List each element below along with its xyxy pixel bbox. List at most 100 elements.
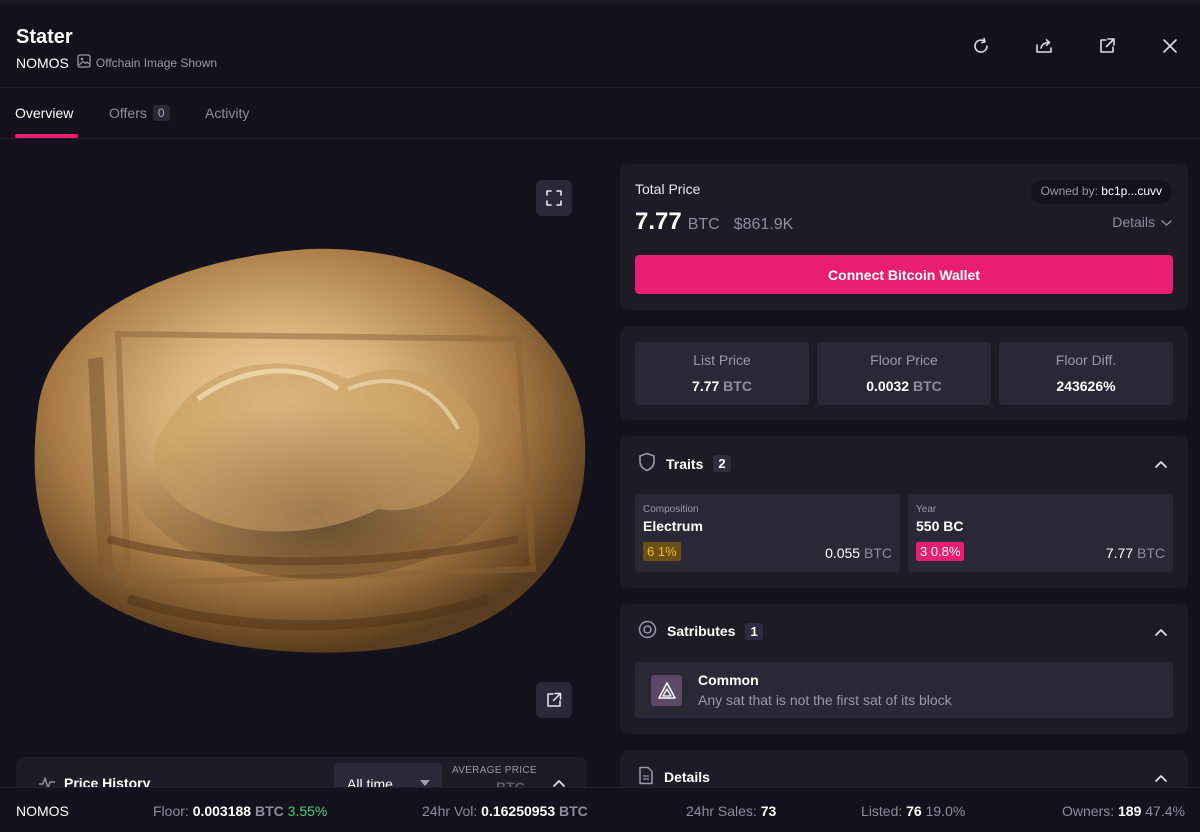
traits-header[interactable]: Traits 2	[638, 452, 731, 475]
price-row: 7.77 BTC $861.9K	[635, 208, 793, 236]
details-toggle-label: Details	[1112, 214, 1155, 230]
shield-icon	[638, 452, 656, 475]
floor-value: 0.003188	[192, 803, 252, 819]
open-external-icon[interactable]	[536, 682, 572, 718]
tab-offers[interactable]: Offers 0	[109, 105, 170, 121]
owner-address: bc1p...cuvv	[1101, 184, 1162, 198]
chevron-up-icon[interactable]	[1154, 456, 1168, 474]
tab-overview-label: Overview	[15, 105, 74, 121]
share-icon[interactable]	[1026, 32, 1062, 60]
chevron-up-icon[interactable]	[1154, 624, 1168, 642]
tab-offers-label: Offers	[109, 105, 147, 121]
satribute-name: Common	[698, 672, 759, 688]
stat-number: 243626%	[1056, 378, 1116, 394]
close-icon[interactable]	[1152, 32, 1188, 60]
trait-rarity-badge: 6 1%	[643, 542, 681, 561]
owned-by-label: Owned by:	[1040, 184, 1098, 198]
stat-floor-diff: Floor Diff. 243626%	[999, 342, 1173, 405]
satribute-description: Any sat that is not the first sat of its…	[698, 692, 952, 708]
details-title: Details	[664, 769, 710, 785]
offers-count-badge: 0	[152, 105, 170, 121]
total-price-label: Total Price	[635, 181, 701, 197]
owners-label: Owners:	[1062, 803, 1115, 819]
sales-label: 24hr Sales:	[686, 803, 757, 819]
footer-floor: Floor: 0.003188 BTC 3.55%	[153, 803, 327, 819]
traits-card: Traits 2 Composition Electrum 6 1% 0.055…	[620, 436, 1188, 588]
stat-value: 7.77 BTC	[635, 378, 809, 394]
price-unit: BTC	[687, 216, 720, 233]
owners-value: 189	[1118, 803, 1142, 819]
stat-unit: BTC	[912, 378, 942, 394]
price-card: Total Price Owned by: bc1p...cuvv 7.77 B…	[620, 164, 1188, 310]
satribute-item: Common Any sat that is not the first sat…	[635, 662, 1173, 718]
floor-unit: BTC	[254, 803, 284, 819]
footer-owners: Owners: 189 47.4%	[1062, 803, 1185, 819]
satributes-count-badge: 1	[745, 622, 763, 640]
tab-activity[interactable]: Activity	[205, 105, 249, 121]
trait-floor-unit: BTC	[864, 545, 892, 561]
trait-type: Year	[916, 504, 937, 515]
refresh-icon[interactable]	[963, 32, 999, 60]
tab-activity-label: Activity	[205, 105, 250, 121]
page-title: Stater	[16, 26, 73, 48]
trait-floor-value: 0.055	[825, 545, 861, 561]
tab-bar: Overview Offers 0 Activity	[0, 88, 1200, 139]
chevron-down-icon	[1161, 214, 1172, 230]
caret-down-icon	[420, 780, 430, 786]
details-header[interactable]: Details	[638, 766, 710, 788]
trait-floor-unit: BTC	[1137, 545, 1165, 561]
subtitle-row: NOMOS Offchain Image Shown	[16, 54, 217, 71]
price-value: 7.77	[635, 208, 682, 235]
collection-stats-footer: NOMOS Floor: 0.003188 BTC 3.55% 24hr Vol…	[0, 787, 1200, 832]
image-icon	[77, 54, 91, 71]
floor-change: 3.55%	[287, 803, 328, 819]
coin-image	[34, 248, 586, 653]
common-sat-icon	[651, 675, 682, 706]
active-tab-indicator	[15, 134, 78, 138]
tab-overview[interactable]: Overview	[15, 105, 73, 121]
satributes-header[interactable]: Satributes 1	[638, 620, 763, 642]
footer-collection[interactable]: NOMOS	[16, 803, 69, 819]
stat-label: List Price	[693, 352, 751, 368]
volume-unit: BTC	[559, 803, 588, 819]
traits-count-badge: 2	[713, 455, 731, 472]
price-details-toggle[interactable]: Details	[1112, 214, 1172, 230]
footer-sales: 24hr Sales: 73	[686, 803, 776, 819]
traits-title: Traits	[666, 455, 704, 472]
document-icon	[638, 766, 654, 788]
price-stats-card: List Price 7.77 BTC Floor Price 0.0032 B…	[620, 326, 1188, 420]
sat-circle-icon	[638, 620, 657, 642]
chevron-up-icon[interactable]	[1154, 770, 1168, 788]
satributes-card: Satributes 1 Common Any sat that is not …	[620, 604, 1188, 734]
stat-value: 243626%	[999, 378, 1173, 394]
trait-card-composition[interactable]: Composition Electrum 6 1% 0.055 BTC	[635, 494, 900, 572]
stat-unit: BTC	[723, 378, 752, 394]
trait-floor: 7.77 BTC	[1106, 545, 1165, 561]
listed-value: 76	[906, 803, 922, 819]
average-price-label: AVERAGE PRICE	[452, 765, 537, 776]
header: Stater NOMOS Offchain Image Shown	[0, 4, 1200, 88]
collection-link[interactable]: NOMOS	[16, 55, 69, 71]
satributes-title: Satributes	[667, 623, 736, 639]
price-usd: $861.9K	[733, 216, 794, 233]
trait-floor: 0.055 BTC	[825, 545, 892, 561]
offchain-indicator: Offchain Image Shown	[77, 54, 217, 71]
owners-pct: 47.4%	[1145, 803, 1185, 819]
connect-wallet-button[interactable]: Connect Bitcoin Wallet	[635, 255, 1173, 294]
owner-pill[interactable]: Owned by: bc1p...cuvv	[1030, 180, 1172, 204]
volume-value: 0.16250953	[481, 803, 556, 819]
media-viewer	[16, 164, 588, 734]
stat-value: 0.0032 BTC	[817, 378, 991, 394]
stat-list-price: List Price 7.77 BTC	[635, 342, 809, 405]
trait-value: Electrum	[643, 518, 703, 534]
trait-card-year[interactable]: Year 550 BC 3 0.8% 7.77 BTC	[908, 494, 1173, 572]
trait-type: Composition	[643, 504, 699, 515]
stat-number: 0.0032	[866, 378, 910, 394]
trait-floor-value: 7.77	[1105, 545, 1134, 561]
external-link-icon[interactable]	[1089, 32, 1125, 60]
stat-floor-price: Floor Price 0.0032 BTC	[817, 342, 991, 405]
trait-rarity-badge: 3 0.8%	[916, 542, 965, 561]
floor-label: Floor:	[153, 803, 189, 819]
fullscreen-icon[interactable]	[536, 180, 572, 216]
stat-label: Floor Price	[870, 352, 938, 368]
